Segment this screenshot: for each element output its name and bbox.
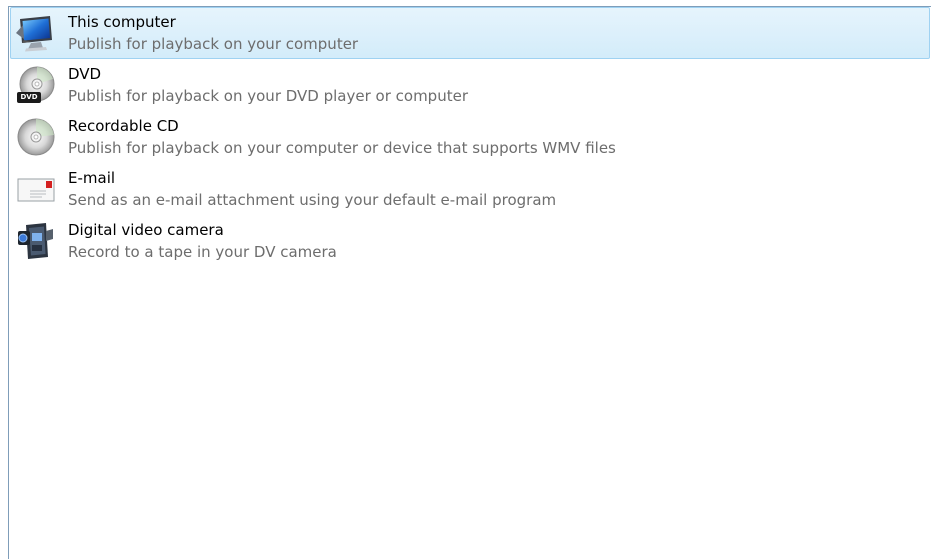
option-title: E-mail bbox=[68, 169, 116, 187]
option-email[interactable]: E-mail Send as an e-mail attachment usin… bbox=[10, 163, 930, 215]
option-this-computer[interactable]: This computer Publish for playback on yo… bbox=[10, 7, 930, 59]
option-digital-video-camera[interactable]: Digital video camera Record to a tape in… bbox=[10, 215, 930, 267]
monitor-icon bbox=[16, 13, 56, 53]
dvd-badge-label: DVD bbox=[20, 93, 38, 101]
option-description: Publish for playback on your computer bbox=[68, 35, 359, 53]
email-envelope-icon bbox=[16, 169, 56, 209]
option-description: Send as an e-mail attachment using your … bbox=[68, 191, 557, 209]
option-title: Recordable CD bbox=[68, 117, 179, 135]
publish-options-list: This computer Publish for playback on yo… bbox=[9, 7, 931, 267]
cd-disc-icon bbox=[16, 117, 56, 157]
option-description: Publish for playback on your computer or… bbox=[68, 139, 616, 157]
dvd-disc-icon: DVD bbox=[16, 65, 56, 105]
option-title: Digital video camera bbox=[68, 221, 224, 239]
option-description: Record to a tape in your DV camera bbox=[68, 243, 337, 261]
option-description: Publish for playback on your DVD player … bbox=[68, 87, 468, 105]
camcorder-icon bbox=[16, 221, 56, 261]
option-title: This computer bbox=[68, 13, 176, 31]
option-title: DVD bbox=[68, 65, 102, 83]
publish-options-panel: This computer Publish for playback on yo… bbox=[8, 6, 931, 559]
option-recordable-cd[interactable]: Recordable CD Publish for playback on yo… bbox=[10, 111, 930, 163]
option-dvd[interactable]: DVD DVD Publish for playback on your DVD… bbox=[10, 59, 930, 111]
